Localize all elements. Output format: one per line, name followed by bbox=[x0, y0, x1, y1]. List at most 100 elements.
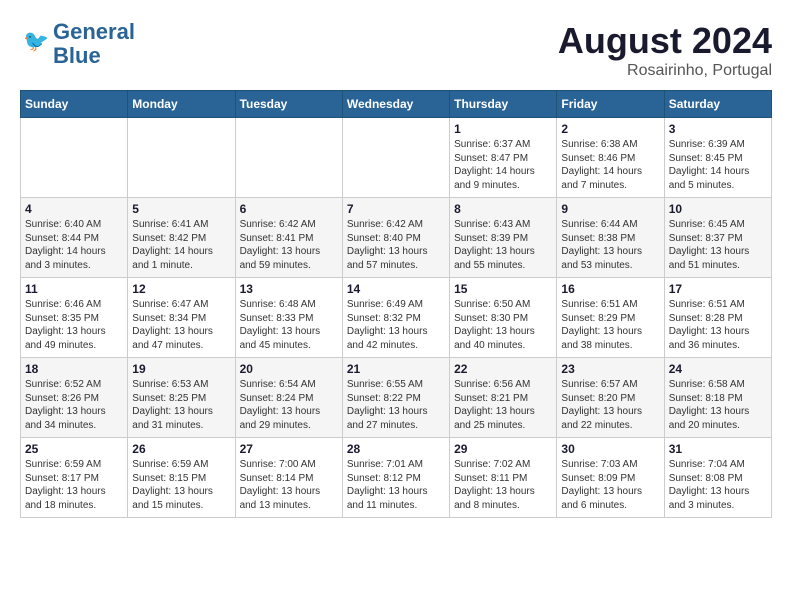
day-info: Sunrise: 6:45 AM Sunset: 8:37 PM Dayligh… bbox=[669, 218, 767, 272]
day-info: Sunrise: 6:59 AM Sunset: 8:17 PM Dayligh… bbox=[25, 458, 123, 512]
day-info: Sunrise: 6:42 AM Sunset: 8:41 PM Dayligh… bbox=[240, 218, 338, 272]
calendar-cell: 7Sunrise: 6:42 AM Sunset: 8:40 PM Daylig… bbox=[342, 198, 449, 278]
day-number: 12 bbox=[132, 282, 230, 296]
day-info: Sunrise: 7:03 AM Sunset: 8:09 PM Dayligh… bbox=[561, 458, 659, 512]
day-number: 4 bbox=[25, 202, 123, 216]
day-info: Sunrise: 6:54 AM Sunset: 8:24 PM Dayligh… bbox=[240, 378, 338, 432]
calendar-cell bbox=[128, 118, 235, 198]
day-number: 31 bbox=[669, 442, 767, 456]
calendar-cell: 24Sunrise: 6:58 AM Sunset: 8:18 PM Dayli… bbox=[664, 358, 771, 438]
day-info: Sunrise: 6:40 AM Sunset: 8:44 PM Dayligh… bbox=[25, 218, 123, 272]
day-number: 8 bbox=[454, 202, 552, 216]
day-info: Sunrise: 6:55 AM Sunset: 8:22 PM Dayligh… bbox=[347, 378, 445, 432]
calendar-cell: 26 Sunrise: 6:59 AM Sunset: 8:15 PM Dayli… bbox=[128, 438, 235, 518]
calendar-cell bbox=[342, 118, 449, 198]
weekday-header-wednesday: Wednesday bbox=[342, 91, 449, 118]
day-info: Sunrise: 6:50 AM Sunset: 8:30 PM Dayligh… bbox=[454, 298, 552, 352]
logo: 🐦 GeneralBlue bbox=[20, 20, 135, 68]
weekday-header-saturday: Saturday bbox=[664, 91, 771, 118]
title-block: August 2024 Rosairinho, Portugal bbox=[558, 20, 772, 80]
day-info: Sunrise: 6:38 AM Sunset: 8:46 PM Dayligh… bbox=[561, 138, 659, 192]
day-info: Sunrise: 6:47 AM Sunset: 8:34 PM Dayligh… bbox=[132, 298, 230, 352]
calendar-cell bbox=[235, 118, 342, 198]
day-info: Sunrise: 6:48 AM Sunset: 8:33 PM Dayligh… bbox=[240, 298, 338, 352]
calendar-week-4: 18Sunrise: 6:52 AM Sunset: 8:26 PM Dayli… bbox=[21, 358, 772, 438]
calendar-cell: 13Sunrise: 6:48 AM Sunset: 8:33 PM Dayli… bbox=[235, 278, 342, 358]
day-number: 11 bbox=[25, 282, 123, 296]
day-info: Sunrise: 7:04 AM Sunset: 8:08 PM Dayligh… bbox=[669, 458, 767, 512]
day-info: Sunrise: 6:41 AM Sunset: 8:42 PM Dayligh… bbox=[132, 218, 230, 272]
day-number: 16 bbox=[561, 282, 659, 296]
day-number: 1 bbox=[454, 122, 552, 136]
day-info: Sunrise: 6:51 AM Sunset: 8:28 PM Dayligh… bbox=[669, 298, 767, 352]
calendar-cell: 5 Sunrise: 6:41 AM Sunset: 8:42 PM Daylig… bbox=[128, 198, 235, 278]
calendar-cell: 14Sunrise: 6:49 AM Sunset: 8:32 PM Dayli… bbox=[342, 278, 449, 358]
day-info: Sunrise: 6:44 AM Sunset: 8:38 PM Dayligh… bbox=[561, 218, 659, 272]
day-info: Sunrise: 6:53 AM Sunset: 8:25 PM Dayligh… bbox=[132, 378, 230, 432]
day-number: 14 bbox=[347, 282, 445, 296]
day-number: 23 bbox=[561, 362, 659, 376]
month-year-title: August 2024 bbox=[558, 20, 772, 62]
svg-text:🐦: 🐦 bbox=[23, 30, 49, 53]
calendar-header: SundayMondayTuesdayWednesdayThursdayFrid… bbox=[21, 91, 772, 118]
calendar-week-2: 4 Sunrise: 6:40 AM Sunset: 8:44 PM Daylig… bbox=[21, 198, 772, 278]
calendar-cell: 17Sunrise: 6:51 AM Sunset: 8:28 PM Dayli… bbox=[664, 278, 771, 358]
day-number: 24 bbox=[669, 362, 767, 376]
calendar-cell: 9Sunrise: 6:44 AM Sunset: 8:38 PM Daylig… bbox=[557, 198, 664, 278]
day-number: 20 bbox=[240, 362, 338, 376]
day-number: 26 bbox=[132, 442, 230, 456]
calendar-cell: 31 Sunrise: 7:04 AM Sunset: 8:08 PM Dayli… bbox=[664, 438, 771, 518]
day-info: Sunrise: 7:02 AM Sunset: 8:11 PM Dayligh… bbox=[454, 458, 552, 512]
day-info: Sunrise: 6:46 AM Sunset: 8:35 PM Dayligh… bbox=[25, 298, 123, 352]
calendar-cell: 23Sunrise: 6:57 AM Sunset: 8:20 PM Dayli… bbox=[557, 358, 664, 438]
day-info: Sunrise: 6:39 AM Sunset: 8:45 PM Dayligh… bbox=[669, 138, 767, 192]
logo-text: GeneralBlue bbox=[53, 20, 135, 68]
day-number: 28 bbox=[347, 442, 445, 456]
weekday-header-friday: Friday bbox=[557, 91, 664, 118]
calendar-cell: 22 Sunrise: 6:56 AM Sunset: 8:21 PM Dayli… bbox=[450, 358, 557, 438]
location-subtitle: Rosairinho, Portugal bbox=[558, 62, 772, 80]
calendar-cell: 30 Sunrise: 7:03 AM Sunset: 8:09 PM Dayli… bbox=[557, 438, 664, 518]
calendar-cell: 1 Sunrise: 6:37 AM Sunset: 8:47 PM Daylig… bbox=[450, 118, 557, 198]
day-number: 30 bbox=[561, 442, 659, 456]
day-info: Sunrise: 7:00 AM Sunset: 8:14 PM Dayligh… bbox=[240, 458, 338, 512]
calendar-cell: 27 Sunrise: 7:00 AM Sunset: 8:14 PM Dayli… bbox=[235, 438, 342, 518]
calendar-cell: 20 Sunrise: 6:54 AM Sunset: 8:24 PM Dayli… bbox=[235, 358, 342, 438]
weekday-header-row: SundayMondayTuesdayWednesdayThursdayFrid… bbox=[21, 91, 772, 118]
calendar-cell bbox=[21, 118, 128, 198]
day-number: 2 bbox=[561, 122, 659, 136]
calendar-cell: 11 Sunrise: 6:46 AM Sunset: 8:35 PM Dayli… bbox=[21, 278, 128, 358]
day-number: 29 bbox=[454, 442, 552, 456]
calendar-week-5: 25Sunrise: 6:59 AM Sunset: 8:17 PM Dayli… bbox=[21, 438, 772, 518]
calendar-cell: 29 Sunrise: 7:02 AM Sunset: 8:11 PM Dayli… bbox=[450, 438, 557, 518]
day-info: Sunrise: 6:51 AM Sunset: 8:29 PM Dayligh… bbox=[561, 298, 659, 352]
calendar-cell: 25Sunrise: 6:59 AM Sunset: 8:17 PM Dayli… bbox=[21, 438, 128, 518]
day-info: Sunrise: 6:56 AM Sunset: 8:21 PM Dayligh… bbox=[454, 378, 552, 432]
day-number: 3 bbox=[669, 122, 767, 136]
day-info: Sunrise: 6:59 AM Sunset: 8:15 PM Dayligh… bbox=[132, 458, 230, 512]
day-number: 27 bbox=[240, 442, 338, 456]
calendar-cell: 12 Sunrise: 6:47 AM Sunset: 8:34 PM Dayli… bbox=[128, 278, 235, 358]
calendar-cell: 19Sunrise: 6:53 AM Sunset: 8:25 PM Dayli… bbox=[128, 358, 235, 438]
day-number: 5 bbox=[132, 202, 230, 216]
day-number: 21 bbox=[347, 362, 445, 376]
day-number: 10 bbox=[669, 202, 767, 216]
calendar-cell: 3 Sunrise: 6:39 AM Sunset: 8:45 PM Daylig… bbox=[664, 118, 771, 198]
calendar-cell: 18Sunrise: 6:52 AM Sunset: 8:26 PM Dayli… bbox=[21, 358, 128, 438]
calendar-cell: 2 Sunrise: 6:38 AM Sunset: 8:46 PM Daylig… bbox=[557, 118, 664, 198]
calendar-week-1: 1 Sunrise: 6:37 AM Sunset: 8:47 PM Daylig… bbox=[21, 118, 772, 198]
calendar-cell: 15Sunrise: 6:50 AM Sunset: 8:30 PM Dayli… bbox=[450, 278, 557, 358]
day-info: Sunrise: 6:42 AM Sunset: 8:40 PM Dayligh… bbox=[347, 218, 445, 272]
weekday-header-tuesday: Tuesday bbox=[235, 91, 342, 118]
day-number: 22 bbox=[454, 362, 552, 376]
day-number: 6 bbox=[240, 202, 338, 216]
day-info: Sunrise: 6:37 AM Sunset: 8:47 PM Dayligh… bbox=[454, 138, 552, 192]
page-header: 🐦 GeneralBlue August 2024 Rosairinho, Po… bbox=[20, 20, 772, 80]
calendar-cell: 21 Sunrise: 6:55 AM Sunset: 8:22 PM Dayli… bbox=[342, 358, 449, 438]
weekday-header-thursday: Thursday bbox=[450, 91, 557, 118]
calendar-cell: 28Sunrise: 7:01 AM Sunset: 8:12 PM Dayli… bbox=[342, 438, 449, 518]
weekday-header-sunday: Sunday bbox=[21, 91, 128, 118]
day-info: Sunrise: 6:43 AM Sunset: 8:39 PM Dayligh… bbox=[454, 218, 552, 272]
calendar-cell: 6 Sunrise: 6:42 AM Sunset: 8:41 PM Daylig… bbox=[235, 198, 342, 278]
calendar-week-3: 11 Sunrise: 6:46 AM Sunset: 8:35 PM Dayli… bbox=[21, 278, 772, 358]
